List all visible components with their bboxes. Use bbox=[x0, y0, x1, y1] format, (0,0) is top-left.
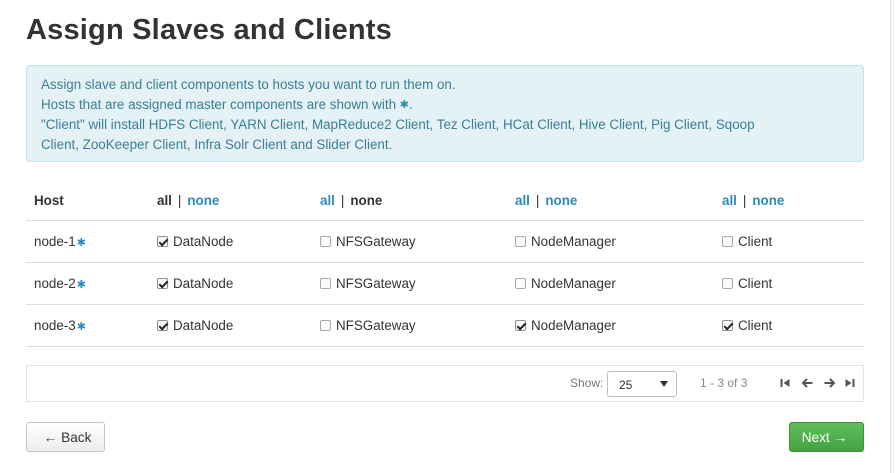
component-cell: NFSGateway bbox=[312, 220, 507, 263]
component-cell: DataNode bbox=[149, 220, 312, 263]
datanode-select-none[interactable]: none bbox=[187, 193, 219, 208]
back-button-label: Back bbox=[61, 429, 92, 445]
component-cell: NFSGateway bbox=[312, 262, 507, 305]
info-alert: Assign slave and client components to ho… bbox=[26, 65, 864, 162]
first-page-icon[interactable] bbox=[777, 375, 793, 391]
back-button[interactable]: ← Back bbox=[26, 422, 105, 452]
page-size-label: Show: bbox=[570, 376, 604, 390]
component-cell: NFSGateway bbox=[312, 304, 507, 347]
datanode-column-header: all | none bbox=[149, 182, 312, 221]
info-line-1: Assign slave and client components to ho… bbox=[41, 77, 456, 92]
window-edge bbox=[890, 0, 895, 473]
next-button[interactable]: Next → bbox=[789, 422, 864, 452]
client-select-none[interactable]: none bbox=[752, 193, 784, 208]
nfsgateway-checkbox[interactable] bbox=[320, 319, 331, 331]
assignment-table: Host all | none all | none all | none all | none… bbox=[26, 182, 864, 347]
client-label[interactable]: Client bbox=[738, 276, 772, 291]
nfsgateway-checkbox[interactable] bbox=[320, 277, 331, 289]
nfsgateway-select-all[interactable]: all bbox=[320, 193, 335, 208]
info-line-2-suffix: . bbox=[408, 97, 413, 112]
page-title: Assign Slaves and Clients bbox=[26, 14, 393, 46]
info-line-2: Hosts that are assigned master component… bbox=[41, 95, 849, 115]
component-cell: DataNode bbox=[149, 262, 312, 305]
nfsgateway-column-header: all | none bbox=[312, 182, 507, 221]
master-component-star-icon: ✱ bbox=[76, 278, 86, 291]
arrow-left-icon: ← bbox=[43, 429, 58, 445]
host-cell: node-2✱ bbox=[26, 262, 149, 305]
host-name: node-1 bbox=[34, 233, 76, 249]
host-cell: node-3✱ bbox=[26, 304, 149, 347]
master-component-star-icon: ✱ bbox=[76, 320, 86, 333]
component-cell: Client bbox=[714, 220, 864, 263]
nfsgateway-checkbox[interactable] bbox=[320, 235, 331, 247]
nodemanager-column-header: all | none bbox=[507, 182, 714, 221]
datanode-label[interactable]: DataNode bbox=[173, 276, 233, 291]
arrow-right-icon: → bbox=[833, 429, 848, 445]
master-component-star-icon: ✱ bbox=[399, 99, 409, 111]
page-range-text: 1 - 3 of 3 bbox=[700, 376, 748, 390]
nfsgateway-label[interactable]: NFSGateway bbox=[336, 276, 416, 291]
table-row: node-3✱ DataNode NFSGateway NodeManager Clie… bbox=[26, 304, 864, 347]
next-page-icon[interactable] bbox=[821, 375, 837, 391]
pagination-bar: Show: 25 1 - 3 of 3 bbox=[26, 365, 864, 402]
nodemanager-label[interactable]: NodeManager bbox=[531, 318, 616, 333]
nodemanager-select-none[interactable]: none bbox=[545, 193, 577, 208]
nodemanager-select-all[interactable]: all bbox=[515, 193, 530, 208]
client-label[interactable]: Client bbox=[738, 234, 772, 249]
component-cell: NodeManager bbox=[507, 304, 714, 347]
client-checkbox[interactable] bbox=[722, 235, 733, 247]
next-button-label: Next bbox=[801, 429, 830, 445]
datanode-label[interactable]: DataNode bbox=[173, 318, 233, 333]
prev-page-icon[interactable] bbox=[799, 375, 815, 391]
component-cell: Client bbox=[714, 304, 864, 347]
last-page-icon[interactable] bbox=[842, 375, 858, 391]
component-cell: DataNode bbox=[149, 304, 312, 347]
host-column-header: Host bbox=[26, 182, 149, 221]
info-line-4: Client, ZooKeeper Client, Infra Solr Cli… bbox=[41, 137, 393, 152]
datanode-checkbox[interactable] bbox=[157, 235, 168, 247]
datanode-label[interactable]: DataNode bbox=[173, 234, 233, 249]
info-line-3: "Client" will install HDFS Client, YARN … bbox=[41, 117, 755, 132]
host-name: node-2 bbox=[34, 275, 76, 291]
nfsgateway-select-none[interactable]: none bbox=[350, 193, 382, 208]
master-component-star-icon: ✱ bbox=[76, 236, 86, 249]
datanode-select-all[interactable]: all bbox=[157, 193, 172, 208]
nodemanager-checkbox[interactable] bbox=[515, 277, 526, 289]
nodemanager-label[interactable]: NodeManager bbox=[531, 234, 616, 249]
component-cell: NodeManager bbox=[507, 262, 714, 305]
datanode-checkbox[interactable] bbox=[157, 277, 168, 289]
host-cell: node-1✱ bbox=[26, 220, 149, 263]
nodemanager-checkbox[interactable] bbox=[515, 319, 526, 331]
page-size-value: 25 bbox=[619, 378, 633, 392]
nfsgateway-label[interactable]: NFSGateway bbox=[336, 234, 416, 249]
client-checkbox[interactable] bbox=[722, 319, 733, 331]
client-checkbox[interactable] bbox=[722, 277, 733, 289]
client-column-header: all | none bbox=[714, 182, 864, 221]
component-cell: Client bbox=[714, 262, 864, 305]
host-name: node-3 bbox=[34, 317, 76, 333]
page-size-select[interactable]: 25 bbox=[607, 371, 677, 397]
separator: | bbox=[742, 193, 747, 209]
table-row: node-2✱ DataNode NFSGateway NodeManager Clie… bbox=[26, 262, 864, 305]
table-row: node-1✱ DataNode NFSGateway NodeManager Clie… bbox=[26, 220, 864, 263]
separator: | bbox=[535, 193, 540, 209]
nodemanager-label[interactable]: NodeManager bbox=[531, 276, 616, 291]
nodemanager-checkbox[interactable] bbox=[515, 235, 526, 247]
client-select-all[interactable]: all bbox=[722, 193, 737, 208]
table-header-row: Host all | none all | none all | none all | none bbox=[26, 182, 864, 221]
nfsgateway-label[interactable]: NFSGateway bbox=[336, 318, 416, 333]
client-label[interactable]: Client bbox=[738, 318, 772, 333]
component-cell: NodeManager bbox=[507, 220, 714, 263]
chevron-down-icon bbox=[660, 381, 668, 387]
datanode-checkbox[interactable] bbox=[157, 319, 168, 331]
info-line-2-prefix: Hosts that are assigned master component… bbox=[41, 97, 397, 112]
separator: | bbox=[177, 193, 182, 209]
separator: | bbox=[340, 193, 345, 209]
